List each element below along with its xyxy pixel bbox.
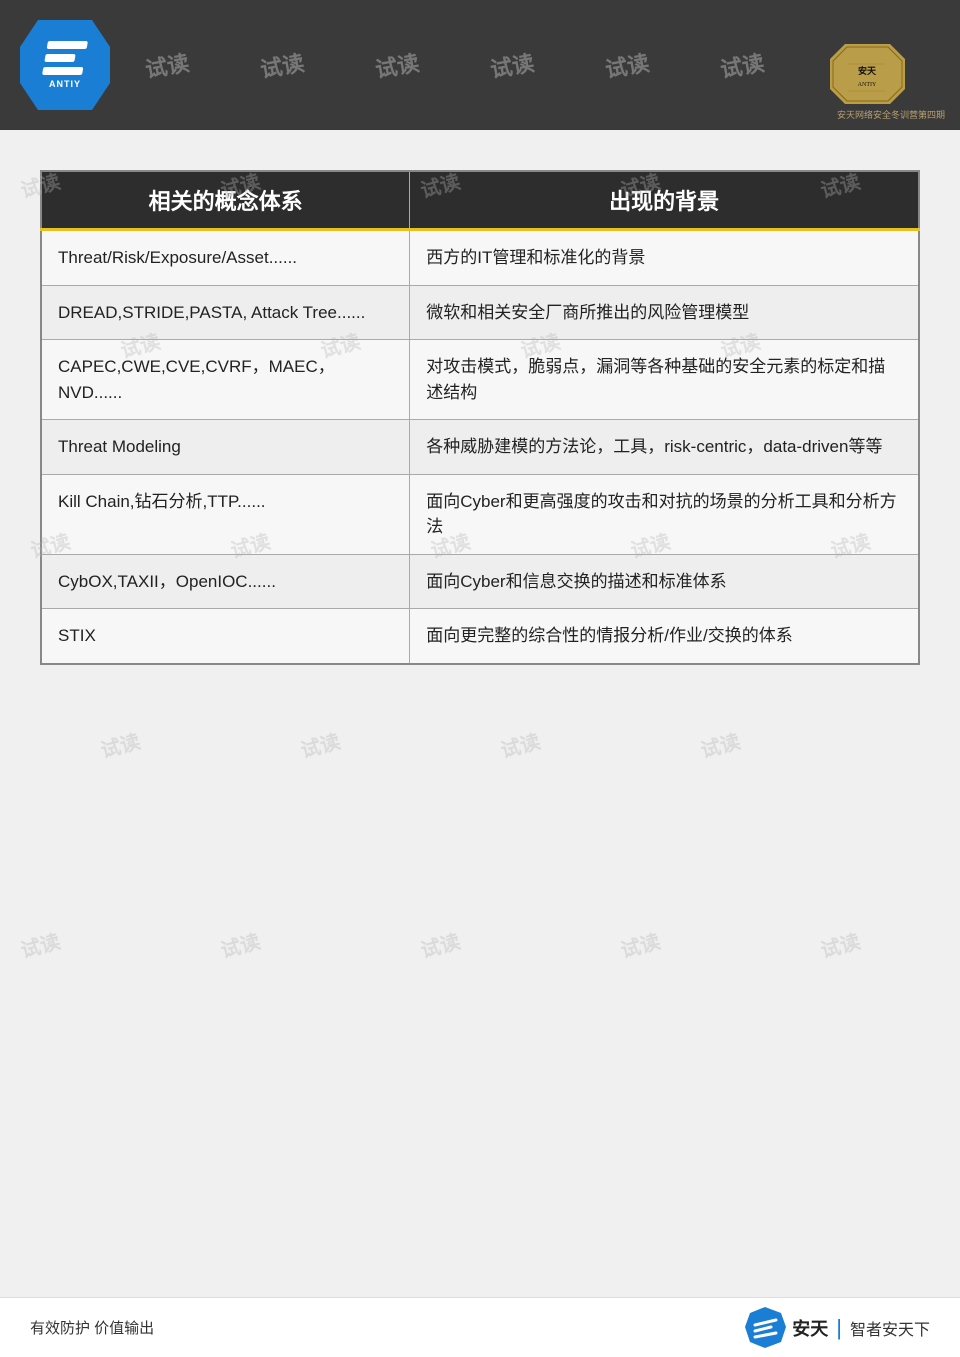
top-right-logo-svg: 安天 ANTIY [815, 39, 945, 109]
footer-slogan: 智者安天下 [850, 1316, 930, 1340]
body-wm-20: 试读 [217, 925, 263, 963]
table-row: CybOX,TAXII，OpenIOC......面向Cyber和信息交换的描述… [41, 554, 919, 609]
header-wm-2: 试读 [258, 45, 307, 84]
table-row: Threat/Risk/Exposure/Asset......西方的IT管理和… [41, 230, 919, 286]
table-row: Threat Modeling各种威胁建模的方法论，工具，risk-centri… [41, 420, 919, 475]
body-wm-22: 试读 [617, 925, 663, 963]
table-cell-right-4: 面向Cyber和更高强度的攻击和对抗的场景的分析工具和分析方法 [410, 474, 919, 554]
svg-text:安天: 安天 [858, 65, 877, 76]
header-wm-1: 试读 [143, 45, 192, 84]
table-cell-right-2: 对攻击模式，脆弱点，漏洞等各种基础的安全元素的标定和描述结构 [410, 340, 919, 420]
table-cell-left-3: Threat Modeling [41, 420, 410, 475]
table-cell-right-6: 面向更完整的综合性的情报分析/作业/交换的体系 [410, 609, 919, 664]
table-header-row: 相关的概念体系 出现的背景 [41, 171, 919, 230]
footer-left-text: 有效防护 价值输出 [30, 1317, 154, 1338]
body-wm-19: 试读 [17, 925, 63, 963]
body-wm-17: 试读 [497, 725, 543, 763]
body-wm-18: 试读 [697, 725, 743, 763]
header-wm-5: 试读 [603, 45, 652, 84]
header: ANTIY 试读 试读 试读 试读 试读 试读 安天 ANTIY 安天网络安全冬… [0, 0, 960, 130]
top-right-badge-text: 安天网络安全冬训营第四期 [837, 109, 945, 122]
table-row: STIX面向更完整的综合性的情报分析/作业/交换的体系 [41, 609, 919, 664]
table-cell-right-1: 微软和相关安全厂商所推出的风险管理模型 [410, 285, 919, 340]
footer: 有效防护 价值输出 安天 | 智者安天下 [0, 1297, 960, 1357]
main-content: 相关的概念体系 出现的背景 Threat/Risk/Exposure/Asset… [0, 130, 960, 695]
table-cell-left-5: CybOX,TAXII，OpenIOC...... [41, 554, 410, 609]
logo-text: ANTIY [49, 79, 81, 89]
header-wm-3: 试读 [373, 45, 422, 84]
footer-right: 安天 | 智者安天下 [743, 1305, 930, 1350]
header-antiy-badge: 安天 ANTIY 安天网络安全冬训营第四期 [800, 0, 945, 130]
body-wm-21: 试读 [417, 925, 463, 963]
table-cell-right-0: 西方的IT管理和标准化的背景 [410, 230, 919, 286]
table-cell-right-5: 面向Cyber和信息交换的描述和标准体系 [410, 554, 919, 609]
footer-separator: | [836, 1315, 842, 1341]
svg-text:ANTIY: ANTIY [858, 82, 877, 88]
footer-antiy-text: 安天 [792, 1315, 828, 1341]
body-wm-15: 试读 [97, 725, 143, 763]
table-cell-left-4: Kill Chain,钻石分析,TTP...... [41, 474, 410, 554]
table-cell-right-3: 各种威胁建模的方法论，工具，risk-centric，data-driven等等 [410, 420, 919, 475]
logo-box: ANTIY [20, 20, 110, 110]
data-table: 相关的概念体系 出现的背景 Threat/Risk/Exposure/Asset… [40, 170, 920, 665]
logo-line-1 [47, 41, 88, 49]
footer-logo-icon [743, 1305, 788, 1350]
body-wm-16: 试读 [297, 725, 343, 763]
logo-line-3 [42, 67, 83, 75]
body-wm-23: 试读 [817, 925, 863, 963]
table-cell-left-2: CAPEC,CWE,CVE,CVRF，MAEC，NVD...... [41, 340, 410, 420]
logo-line-2 [44, 54, 75, 62]
table-row: CAPEC,CWE,CVE,CVRF，MAEC，NVD......对攻击模式，脆… [41, 340, 919, 420]
table-cell-left-6: STIX [41, 609, 410, 664]
header-wm-6: 试读 [718, 45, 767, 84]
col2-header: 出现的背景 [410, 171, 919, 230]
table-row: Kill Chain,钻石分析,TTP......面向Cyber和更高强度的攻击… [41, 474, 919, 554]
table-cell-left-1: DREAD,STRIDE,PASTA, Attack Tree...... [41, 285, 410, 340]
logo-lines [42, 41, 88, 75]
header-wm-4: 试读 [488, 45, 537, 84]
col1-header: 相关的概念体系 [41, 171, 410, 230]
table-row: DREAD,STRIDE,PASTA, Attack Tree......微软和… [41, 285, 919, 340]
table-cell-left-0: Threat/Risk/Exposure/Asset...... [41, 230, 410, 286]
